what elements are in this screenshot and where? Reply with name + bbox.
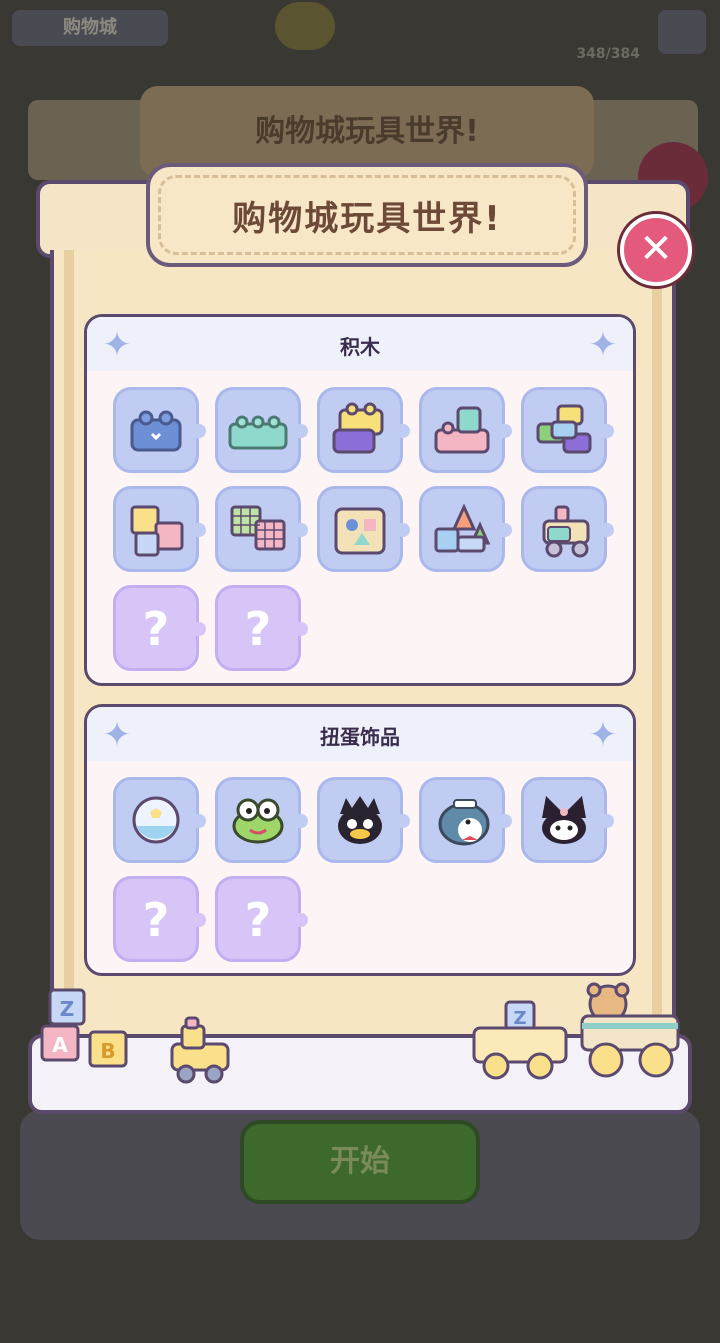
- collection-item-slot[interactable]: [521, 777, 614, 863]
- locked-item-slot[interactable]: ?: [113, 876, 206, 962]
- question-mark-icon: ?: [244, 602, 272, 656]
- mall-label-ghost: 购物城: [12, 10, 168, 46]
- blue-brick-icon: [130, 410, 182, 452]
- penguin-badtz-icon: [338, 796, 382, 844]
- rubiks-cubes-icon: [230, 505, 286, 551]
- section-title: 扭蛋饰品: [320, 725, 400, 749]
- collection-item-slot[interactable]: [521, 486, 614, 572]
- collection-item-slot[interactable]: [317, 387, 410, 473]
- block-castle-icon: [434, 503, 491, 553]
- section-header: ✦ 扭蛋饰品 ✦: [87, 707, 633, 761]
- shape-blocks-icon: [130, 505, 184, 557]
- block-cart-icon: Z: [472, 1000, 568, 1080]
- close-icon: ✕: [639, 226, 673, 272]
- collection-item-slot[interactable]: [113, 486, 206, 572]
- letter-blocks-icon: Z A B: [40, 988, 128, 1068]
- frog-face-icon: [232, 798, 284, 844]
- collection-item-slot[interactable]: [317, 777, 410, 863]
- locked-item-slot[interactable]: ?: [113, 585, 206, 671]
- kuromi-icon: [542, 796, 586, 844]
- modal-title: 购物城玩具世界!: [232, 199, 502, 239]
- collection-item-slot[interactable]: [419, 777, 512, 863]
- svg-text:Z: Z: [513, 1008, 526, 1029]
- svg-text:A: A: [52, 1033, 68, 1057]
- collection-item-slot[interactable]: [215, 486, 308, 572]
- collection-item-slot[interactable]: [419, 486, 512, 572]
- collection-item-slot[interactable]: [521, 387, 614, 473]
- close-button[interactable]: ✕: [620, 214, 692, 286]
- collection-item-slot[interactable]: [317, 486, 410, 572]
- svg-text:B: B: [100, 1039, 115, 1063]
- title-plaque: 购物城玩具世界!: [146, 163, 588, 267]
- question-mark-icon: ?: [244, 893, 272, 947]
- question-mark-icon: ?: [142, 602, 170, 656]
- toy-train-icon: [542, 505, 590, 558]
- locked-item-slot[interactable]: ?: [215, 585, 308, 671]
- svg-text:Z: Z: [60, 997, 75, 1021]
- puzzle-piece-icon: ✦: [588, 325, 618, 365]
- question-mark-icon: ?: [142, 893, 170, 947]
- coin-icon: [275, 2, 335, 50]
- sailor-penguin-icon: [438, 799, 490, 846]
- yellow-purple-brick-icon: [332, 402, 384, 454]
- score-ghost: 348/384: [576, 46, 640, 62]
- collection-item-slot[interactable]: [215, 387, 308, 473]
- collection-item-slot[interactable]: [215, 777, 308, 863]
- collection-item-slot[interactable]: [113, 777, 206, 863]
- section-title: 积木: [340, 335, 380, 359]
- collection-item-slot[interactable]: [419, 387, 512, 473]
- shape-sorter-icon: [334, 507, 386, 555]
- colorful-brick-tower-icon: [536, 404, 592, 454]
- teddy-bear-wagon-icon: [580, 982, 680, 1078]
- capsule-ball-icon: [132, 796, 180, 844]
- start-button-ghost: 开始: [240, 1120, 480, 1204]
- section-card-blocks: ✦ 积木 ✦ ??: [84, 314, 636, 686]
- locked-item-slot[interactable]: ?: [215, 876, 308, 962]
- section-card-gacha: ✦ 扭蛋饰品 ✦ ??: [84, 704, 636, 976]
- toy-train-floor-icon: [170, 1016, 230, 1084]
- collection-item-slot[interactable]: [113, 387, 206, 473]
- section-header: ✦ 积木 ✦: [87, 317, 633, 371]
- menu-icon: [658, 10, 706, 54]
- mint-long-brick-icon: [228, 415, 288, 450]
- puzzle-piece-icon: ✦: [588, 715, 618, 755]
- pink-stacked-brick-icon: [434, 406, 490, 454]
